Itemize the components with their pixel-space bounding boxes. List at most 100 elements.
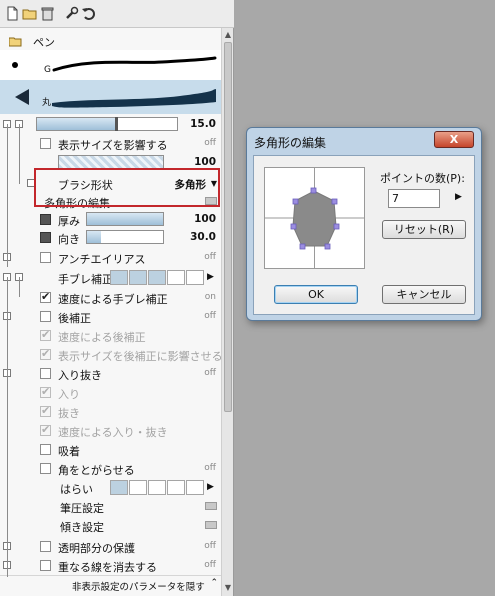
polygon-vertex — [331, 198, 338, 205]
thickness-slider[interactable] — [86, 212, 164, 226]
direction-label: 向き — [58, 233, 80, 246]
brush-preset-pen[interactable]: G — [0, 50, 222, 80]
antialias-checkbox[interactable] — [40, 252, 51, 263]
popup-icon — [205, 521, 217, 529]
show-size-label: 表示サイズを影響する — [58, 139, 168, 152]
direction-slider[interactable] — [86, 230, 164, 244]
taper-checkbox[interactable] — [40, 368, 51, 379]
post-correction-row: 後補正 off — [0, 307, 222, 326]
speed-stabilizer-row: 速度による手ブレ補正 on — [0, 288, 222, 307]
show-size-post-label: 表示サイズを後補正に影響させる — [58, 350, 222, 363]
point-count-input[interactable]: 7 — [388, 189, 440, 208]
stabilizer-level[interactable] — [129, 270, 147, 285]
reset-button[interactable]: リセット(R) — [382, 220, 466, 239]
stroke-preview — [52, 89, 216, 108]
pressure-row[interactable]: 筆圧設定 — [0, 497, 222, 516]
hide-params-row[interactable]: 非表示設定のパラメータを隠す ⌃ — [0, 575, 222, 593]
scroll-up-icon[interactable]: ▲ — [224, 30, 232, 40]
speed-stabilizer-checkbox[interactable] — [40, 290, 51, 303]
protect-alpha-state: off — [204, 541, 216, 551]
stabilizer-row: 手ブレ補正 ▶ — [0, 268, 222, 287]
speed-stabilizer-label: 速度による手ブレ補正 — [58, 293, 168, 306]
sharp-corners-state: off — [204, 463, 216, 473]
stabilizer-level[interactable] — [186, 270, 204, 285]
hide-params-label: 非表示設定のパラメータを隠す — [72, 582, 205, 593]
undo-icon[interactable] — [81, 6, 96, 21]
close-button[interactable]: X — [434, 131, 474, 148]
size-slider[interactable] — [36, 117, 178, 131]
taper-in-label: 入り — [58, 388, 80, 401]
folder-icon[interactable] — [22, 6, 37, 21]
wrench-icon[interactable] — [64, 6, 79, 21]
antialias-state: off — [204, 252, 216, 262]
arrow-right-icon[interactable]: ▶ — [455, 192, 462, 202]
taper-out-row: 抜き — [0, 402, 222, 421]
stabilizer-level[interactable] — [148, 270, 166, 285]
polygon-vertex — [292, 198, 299, 205]
tilt-row[interactable]: 傾き設定 — [0, 516, 222, 535]
pen-tool-label: ペン — [33, 36, 55, 49]
vertical-scrollbar[interactable]: ▲ ▼ — [221, 28, 233, 596]
speed-post-label: 速度による後補正 — [58, 331, 146, 344]
polygon-vertex — [310, 187, 317, 194]
show-size-checkbox[interactable] — [40, 138, 51, 149]
snap-checkbox[interactable] — [40, 444, 51, 455]
arrow-right-icon[interactable]: ▶ — [207, 482, 214, 492]
polygon-canvas — [265, 168, 364, 268]
flick-level[interactable] — [148, 480, 166, 495]
speed-post-checkbox[interactable] — [40, 328, 51, 341]
protect-alpha-row: 透明部分の保護 off — [0, 537, 222, 556]
thickness-row: 厚み 100 — [0, 210, 222, 229]
scroll-thumb[interactable] — [224, 42, 232, 412]
polygon-vertex — [324, 243, 331, 250]
erase-overlap-label: 重なる線を消去する — [58, 561, 157, 574]
protect-alpha-checkbox[interactable] — [40, 541, 51, 552]
ok-button[interactable]: OK — [274, 285, 358, 304]
erase-overlap-checkbox[interactable] — [40, 560, 51, 571]
dialog-body: ポイントの数(P): 7 ▶ リセット(R) OK キャンセル — [253, 155, 475, 315]
tilt-settings-label: 傾き設定 — [60, 521, 104, 534]
trash-icon[interactable] — [40, 6, 55, 21]
brush-preset-round[interactable]: 丸 — [0, 80, 222, 114]
flick-level[interactable] — [167, 480, 185, 495]
density-slider[interactable] — [58, 155, 164, 169]
preset-label: G — [44, 65, 51, 75]
tree-line — [19, 277, 20, 297]
show-size-row: 表示サイズを影響する off — [0, 134, 222, 153]
taper-row: 入り抜き off — [0, 364, 222, 383]
dialog-title: 多角形の編集 — [254, 136, 327, 150]
polygon-vertex — [333, 223, 340, 230]
show-size-post-checkbox[interactable] — [40, 347, 51, 360]
open-folder-icon — [9, 37, 22, 47]
size-row: 15.0 — [0, 115, 222, 134]
polygon-preview[interactable] — [264, 167, 365, 269]
show-size-state: off — [204, 138, 216, 148]
taper-out-label: 抜き — [58, 407, 80, 420]
post-correction-checkbox[interactable] — [40, 311, 51, 322]
flick-level[interactable] — [110, 480, 128, 495]
stabilizer-level[interactable] — [167, 270, 185, 285]
taper-in-checkbox[interactable] — [40, 385, 51, 398]
brush-dot-icon — [12, 62, 18, 68]
flick-label: はらい — [60, 483, 93, 496]
cancel-button[interactable]: キャンセル — [382, 285, 466, 304]
pen-tool-header[interactable]: ペン — [0, 31, 222, 50]
thickness-value: 100 — [194, 213, 216, 225]
polygon-edit-dialog: 多角形の編集 X ポイントの数(P): 7 ▶ リセット(R) OK キャンセル — [246, 127, 482, 321]
flick-level[interactable] — [186, 480, 204, 495]
stabilizer-level[interactable] — [110, 270, 128, 285]
taper-state: off — [204, 368, 216, 378]
popup-icon — [205, 502, 217, 510]
stroke-preview — [52, 56, 217, 72]
flick-level[interactable] — [129, 480, 147, 495]
sharp-corners-checkbox[interactable] — [40, 463, 51, 474]
new-document-icon[interactable] — [5, 6, 20, 21]
arrow-right-icon[interactable]: ▶ — [207, 272, 214, 282]
panel-toolbar — [0, 0, 234, 28]
scroll-down-icon[interactable]: ▼ — [224, 583, 232, 593]
direction-icon — [40, 232, 51, 243]
pressure-settings-label: 筆圧設定 — [60, 502, 104, 515]
double-up-icon: ⌃ — [210, 578, 218, 588]
speed-taper-checkbox[interactable] — [40, 423, 51, 436]
taper-out-checkbox[interactable] — [40, 404, 51, 417]
